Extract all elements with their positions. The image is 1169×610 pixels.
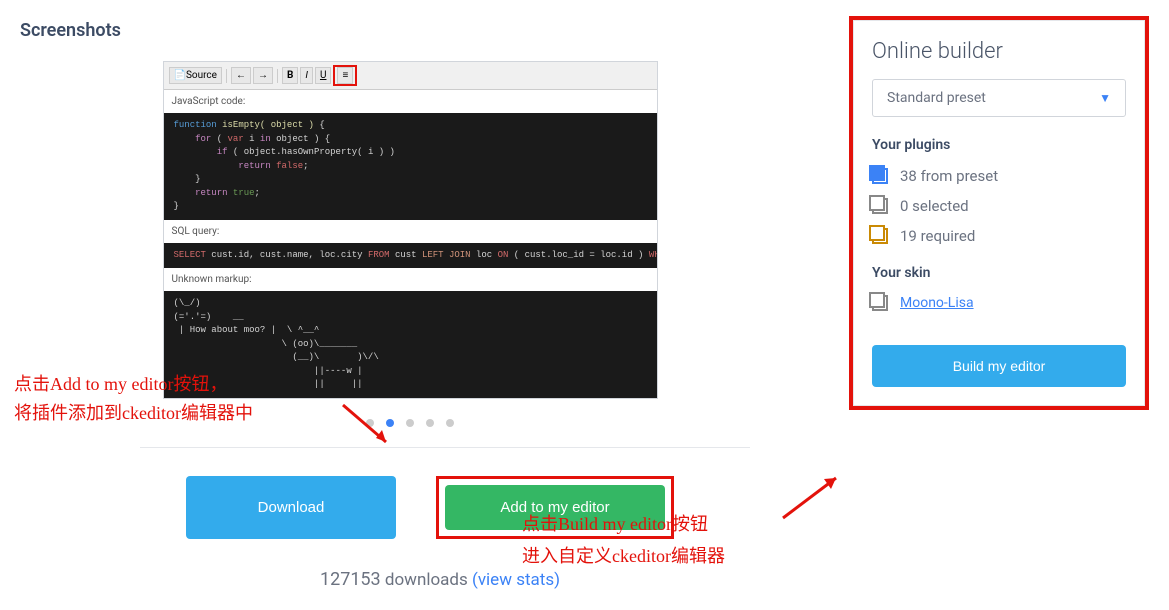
redo-button[interactable]: → — [253, 67, 273, 84]
download-button[interactable]: Download — [186, 476, 396, 539]
arrow-icon — [778, 470, 848, 525]
required-count-icon — [872, 228, 888, 244]
screenshots-heading: Screenshots — [20, 20, 800, 41]
sidebar-highlight: Online builder Standard preset ▼ Your pl… — [849, 16, 1149, 410]
js-label: JavaScript code: — [164, 90, 657, 113]
unknown-label: Unknown markup: — [164, 268, 657, 291]
italic-button[interactable]: I — [300, 67, 313, 84]
plugin-preset-row: 38 from preset — [872, 167, 1126, 185]
carousel-dot[interactable] — [446, 419, 454, 427]
undo-button[interactable]: ← — [231, 67, 251, 84]
carousel-dot[interactable] — [406, 419, 414, 427]
builder-title: Online builder — [872, 39, 1126, 64]
preset-count-icon — [872, 168, 888, 184]
skin-icon — [872, 295, 888, 311]
sql-code-block: SELECT cust.id, cust.name, loc.city FROM… — [164, 243, 657, 269]
screenshot-carousel: 📄 Source ← → B I U ≡ JavaScript code: fu… — [20, 61, 800, 399]
builder-card: Online builder Standard preset ▼ Your pl… — [853, 20, 1145, 406]
code-snippet-button[interactable]: ≡ — [337, 67, 353, 84]
code-snippet-highlight: ≡ — [333, 65, 357, 86]
divider — [140, 447, 750, 448]
annotation-build-editor: 点击Build my editor按钮 进入自定义ckeditor编辑器 — [522, 508, 725, 573]
underline-button[interactable]: U — [315, 67, 331, 84]
skin-link[interactable]: Moono-Lisa — [900, 295, 974, 311]
chevron-down-icon: ▼ — [1099, 91, 1111, 105]
js-code-block: function isEmpty( object ) { for ( var i… — [164, 113, 657, 220]
arrow-icon — [338, 400, 398, 455]
plugin-required-row: 19 required — [872, 227, 1126, 245]
editor-toolbar: 📄 Source ← → B I U ≡ — [164, 62, 657, 90]
bold-button[interactable]: B — [282, 67, 298, 84]
sql-label: SQL query: — [164, 220, 657, 243]
annotation-add-editor: 点击Add to my editor按钮， 将插件添加到ckeditor编辑器中 — [14, 370, 253, 428]
build-editor-button[interactable]: Build my editor — [872, 345, 1126, 387]
plugin-selected-row: 0 selected — [872, 197, 1126, 215]
sidebar: Online builder Standard preset ▼ Your pl… — [849, 20, 1149, 590]
skin-heading: Your skin — [872, 265, 1126, 281]
preset-dropdown[interactable]: Standard preset ▼ — [872, 79, 1126, 117]
carousel-dot[interactable] — [426, 419, 434, 427]
plugins-heading: Your plugins — [872, 137, 1126, 153]
screenshot-image: 📄 Source ← → B I U ≡ JavaScript code: fu… — [163, 61, 658, 399]
selected-count-icon — [872, 198, 888, 214]
source-button[interactable]: 📄 Source — [169, 67, 222, 84]
preset-value: Standard preset — [887, 90, 986, 106]
downloads-count: 127153 — [320, 569, 381, 590]
skin-row: Moono-Lisa — [872, 295, 1126, 311]
